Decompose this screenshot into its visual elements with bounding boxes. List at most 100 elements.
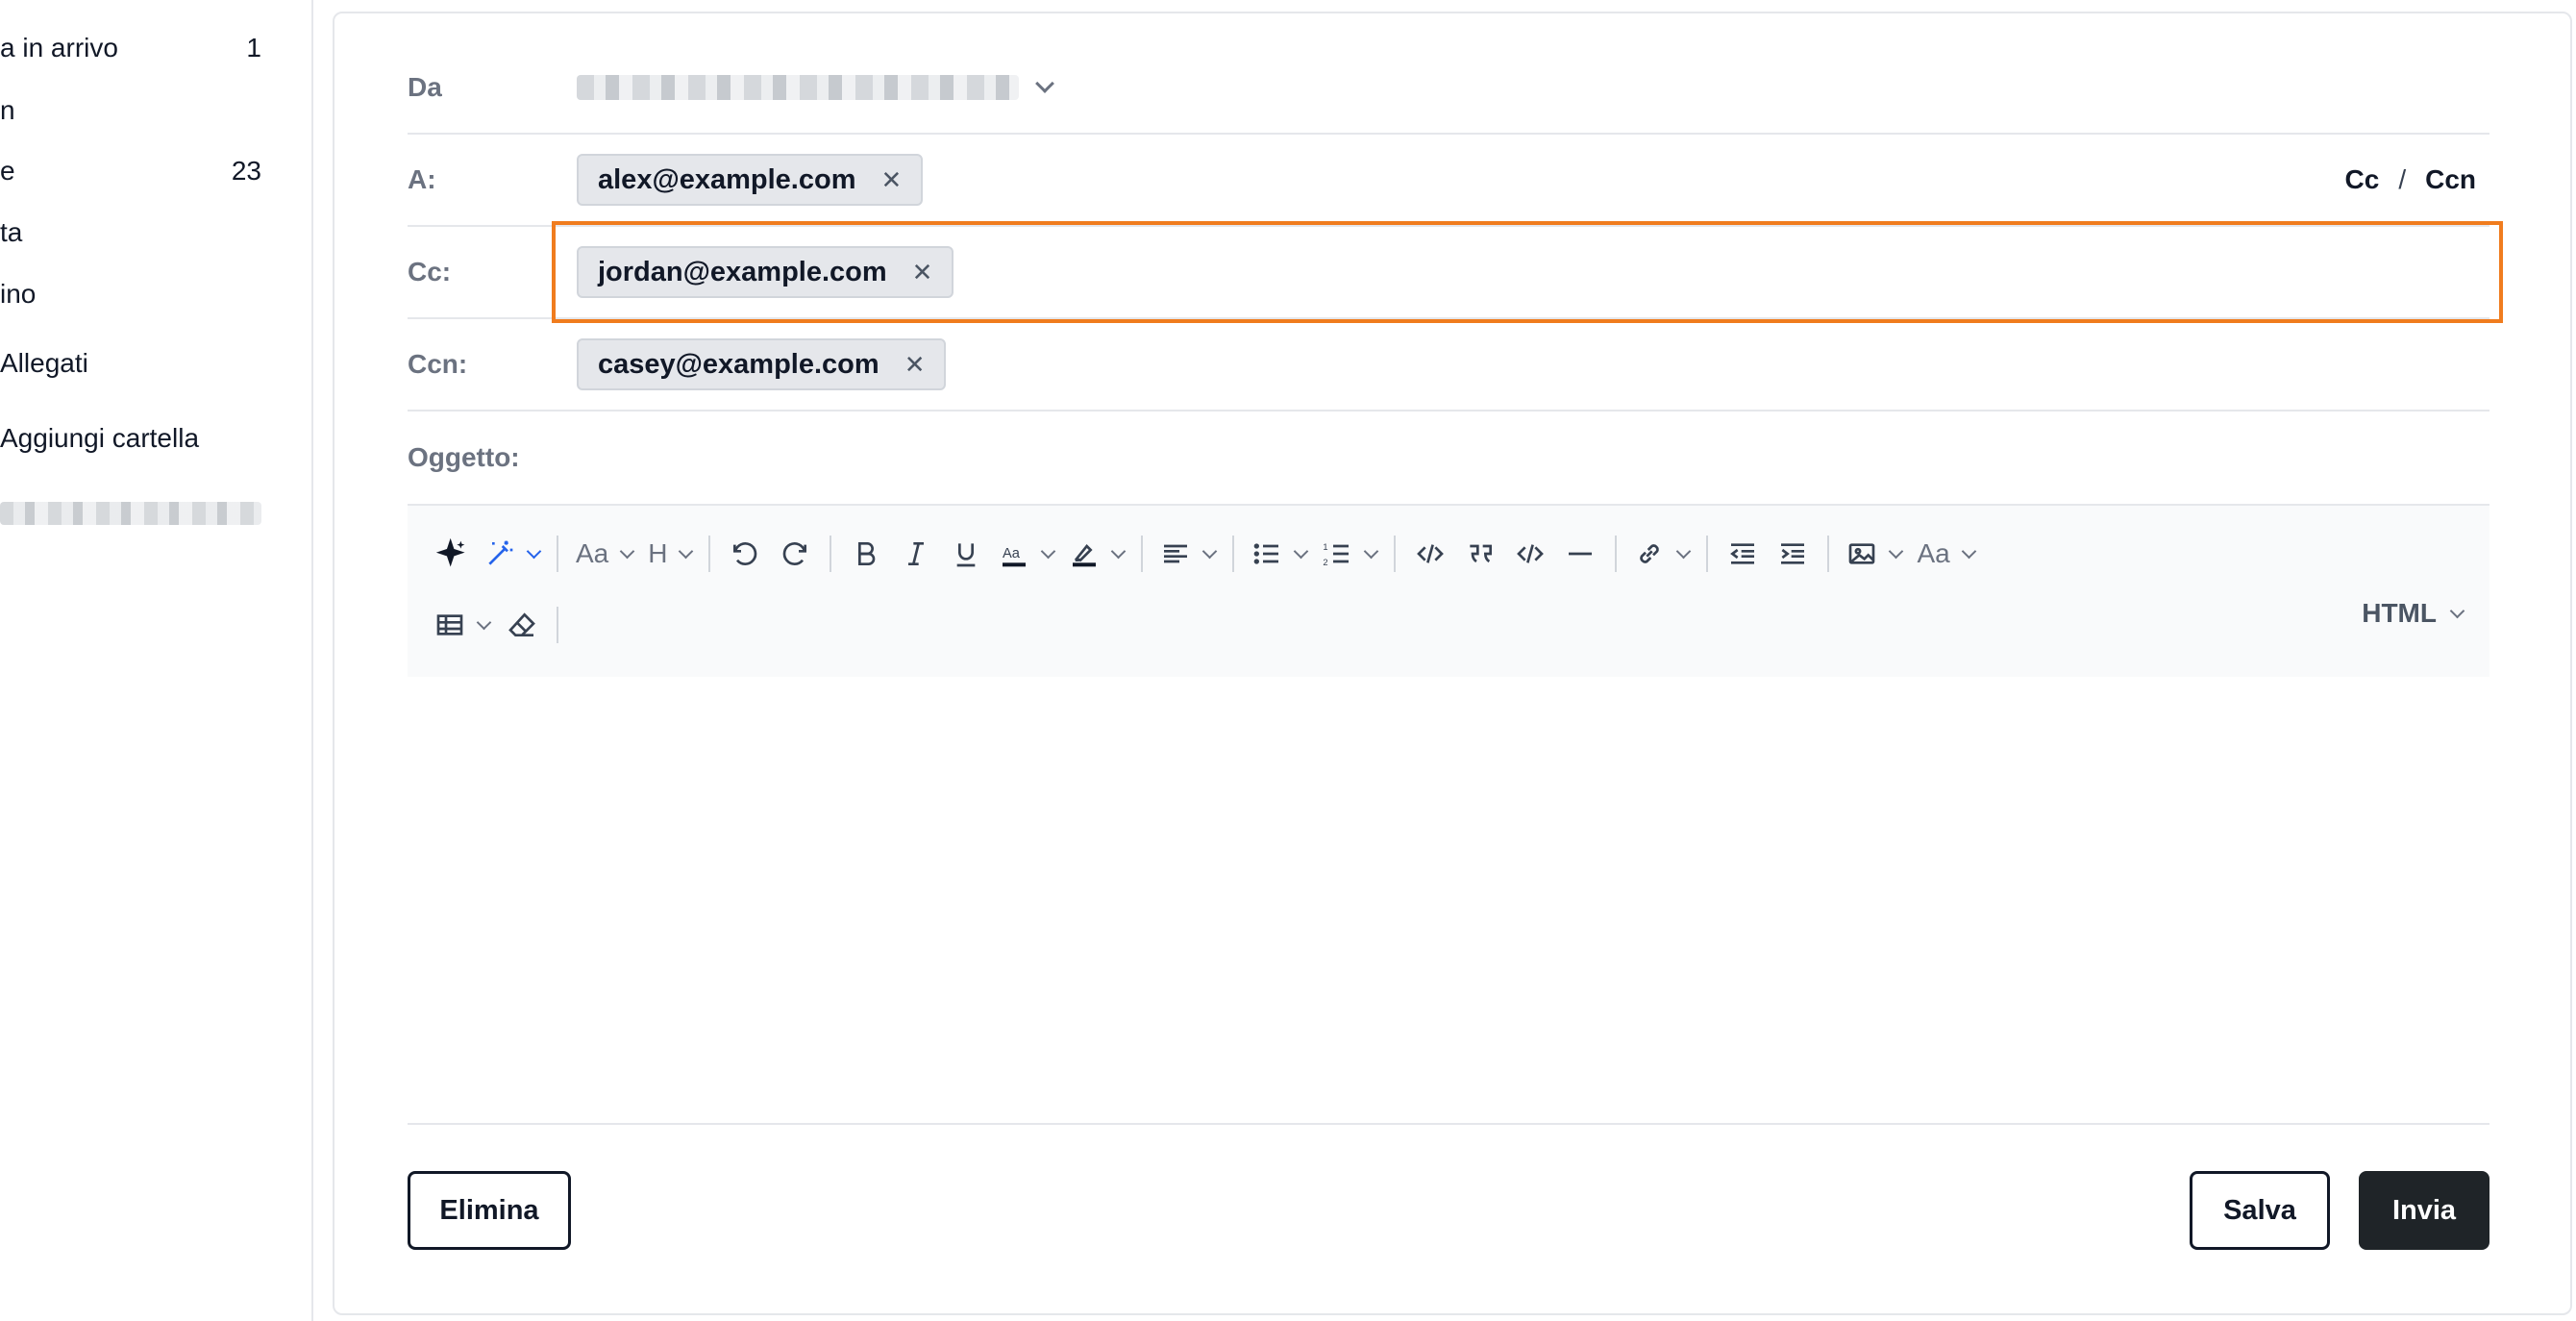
sidebar-item-5[interactable]: ino [0,275,261,313]
remove-bcc-icon[interactable]: ✕ [904,350,926,380]
sidebar-item-label: ino [0,279,37,309]
horizontal-rule-button[interactable] [1555,527,1605,581]
svg-text:2: 2 [1324,558,1328,567]
undo-button[interactable] [720,527,770,581]
bullet-list-dropdown[interactable] [1244,527,1314,581]
send-button[interactable]: Invia [2359,1171,2489,1250]
blockquote-button[interactable] [1455,527,1505,581]
bcc-toggle-link[interactable]: Ccn [2425,164,2476,195]
numbered-list-dropdown[interactable]: 12 [1314,527,1384,581]
redo-button[interactable] [770,527,820,581]
chevron-down-icon [476,614,492,630]
italic-button[interactable] [891,527,941,581]
redo-icon [783,542,807,565]
link-dropdown[interactable] [1626,527,1697,581]
quote-icon [1470,544,1493,563]
code-icon [1417,544,1445,563]
chip-email: casey@example.com [598,348,879,380]
chevron-down-icon [2449,603,2465,618]
ai-sparkle-button[interactable] [427,527,477,581]
chip-email: jordan@example.com [598,256,887,287]
cc-chip[interactable]: jordan@example.com ✕ [577,246,954,298]
cc-bcc-separator: / [2398,164,2407,194]
outdent-button[interactable] [1718,527,1768,581]
eraser-icon [508,612,535,636]
bold-button[interactable] [841,527,891,581]
sidebar-item-inbox[interactable]: a in arrivo 1 [0,29,261,67]
sidebar-item-3[interactable]: e 23 [0,152,261,190]
sidebar-item-attachments[interactable]: Allegati [0,344,261,383]
to-label: A: [408,164,436,194]
align-dropdown[interactable] [1152,527,1223,581]
subject-row[interactable]: Oggetto: [408,411,2489,504]
toolbar-divider [1615,536,1618,572]
text-color-dropdown[interactable]: Aa [991,527,1061,581]
sidebar-item-label: Allegati [0,348,88,378]
toolbar-row-1: Aa H Aa 1 2 Aa [427,523,1982,585]
toolbar-row-2 [427,594,568,656]
image-dropdown[interactable] [1839,527,1909,581]
indent-button[interactable] [1768,527,1818,581]
underline-button[interactable] [941,527,991,581]
chevron-down-icon [1035,74,1054,93]
highlighter-icon [1073,544,1097,567]
image-icon [1849,543,1875,564]
toolbar-divider [1232,536,1235,572]
cc-bcc-toggles: Cc / Ccn [2345,164,2476,195]
clear-format-button[interactable] [497,598,547,652]
remove-cc-icon[interactable]: ✕ [912,258,933,287]
heading-label: H [648,538,668,568]
delete-button[interactable]: Elimina [408,1171,571,1250]
chevron-down-icon [1202,543,1218,559]
from-select[interactable] [577,74,1054,100]
toolbar-divider [557,536,558,572]
remove-recipient-icon[interactable]: ✕ [880,165,902,195]
heading-dropdown[interactable]: H [640,527,699,581]
italic-icon [908,542,925,565]
code-inline-button[interactable] [1405,527,1455,581]
chevron-down-icon [679,543,694,559]
editor-toolbar: Aa H Aa 1 2 Aa HTML [408,504,2489,677]
subject-label: Oggetto: [408,442,520,472]
item-count: 23 [231,156,261,186]
sidebar-item-4[interactable]: ta [0,213,261,252]
save-button[interactable]: Salva [2190,1171,2330,1250]
sidebar-item-label: ta [0,217,23,247]
ai-wand-dropdown[interactable] [477,527,547,581]
table-icon [436,614,463,636]
sidebar-item-2[interactable]: n [0,91,261,130]
font-size-dropdown[interactable]: Aa [568,527,640,581]
chevron-down-icon [1961,543,1977,559]
sparkle-icon [436,538,465,567]
code-block-button[interactable] [1505,527,1555,581]
align-left-icon [1164,544,1188,563]
cc-toggle-link[interactable]: Cc [2345,164,2380,195]
toolbar-divider [1827,536,1830,572]
chevron-down-icon [526,543,542,559]
horizontal-rule-icon [1569,552,1593,556]
chevron-down-icon [1111,543,1127,559]
editor-mode-dropdown[interactable]: HTML [2362,598,2465,629]
subject-input[interactable] [577,429,2489,486]
bcc-chip[interactable]: casey@example.com ✕ [577,338,947,390]
toolbar-divider [708,536,711,572]
undo-icon [733,542,757,565]
highlight-color-dropdown[interactable] [1061,527,1131,581]
cc-row: Cc: jordan@example.com ✕ [408,227,2489,319]
numbered-list-icon: 12 [1324,542,1350,567]
sidebar-item-label: n [0,95,15,125]
table-dropdown[interactable] [427,598,497,652]
text-format-dropdown[interactable]: Aa [1909,527,1981,581]
recipient-chip[interactable]: alex@example.com ✕ [577,154,924,206]
svg-text:1: 1 [1324,542,1328,552]
add-folder-button[interactable]: Aggiungi cartella [0,419,261,458]
format-label: Aa [1917,538,1950,568]
chevron-down-icon [1889,543,1904,559]
font-size-label: Aa [576,538,609,568]
delete-button-label: Elimina [439,1194,539,1226]
indent-icon [1781,543,1805,564]
save-button-label: Salva [2223,1194,2296,1226]
message-body-editor[interactable] [408,677,2489,1125]
sidebar-item-label: e [0,156,15,186]
chevron-down-icon [619,543,635,559]
